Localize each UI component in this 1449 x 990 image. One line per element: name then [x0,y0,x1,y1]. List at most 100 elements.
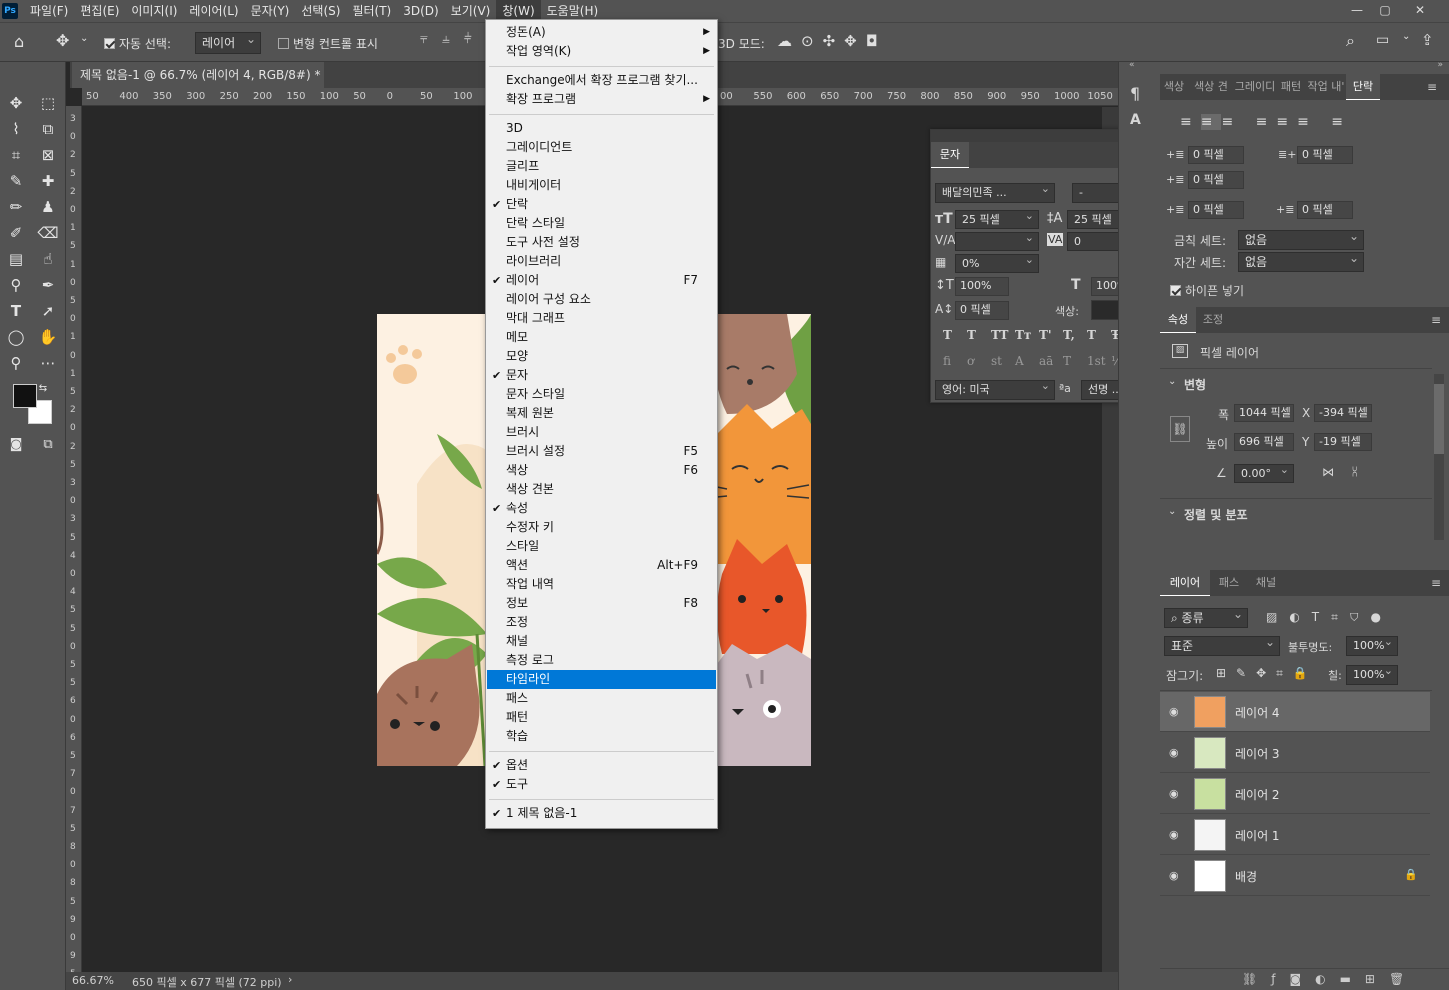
layer-name[interactable]: 배경 [1235,868,1257,885]
window-menu-item[interactable]: 라이브러리 [487,252,716,271]
menu-item-6[interactable]: 필터(T) [346,0,397,22]
panel-tab[interactable]: 단락 [1346,74,1380,100]
layer-name[interactable]: 레이어 1 [1235,827,1280,844]
visibility-eye-icon[interactable]: ◉ [1169,746,1179,759]
lock-icons[interactable]: ⊞✎✥⌗🔒 [1216,666,1318,681]
panel-tab[interactable]: 색상 견​ [1188,74,1234,100]
vertical-scale-field[interactable]: 100% [955,277,1009,296]
opacity-dropdown[interactable]: 100% [1346,633,1398,656]
window-menu-item[interactable]: 정돈(A) ▶ [487,23,716,42]
swap-colors-icon[interactable]: ⇆ [36,378,50,400]
panel-tab[interactable]: 조정 [1196,307,1230,333]
opentype-button[interactable]: T [1063,354,1071,368]
panel-tab[interactable]: 속성 [1160,307,1196,333]
search-icon[interactable]: ⌕ [1346,31,1355,51]
screen-mode-icon[interactable]: ⧉ [36,434,60,456]
window-menu-item[interactable]: 메모 [487,328,716,347]
opentype-button[interactable]: st [991,354,1002,368]
window-menu-item[interactable]: 그레이디언트 [487,138,716,157]
quick-mask-icon[interactable]: ◙ [4,434,28,456]
opentype-button[interactable]: aā [1039,354,1053,368]
menu-item-1[interactable]: 편집(E) [74,0,125,22]
x-field[interactable]: -394 픽셀 [1314,404,1372,422]
window-menu-item[interactable]: 작업 영역(K) ▶ [487,42,716,61]
window-menu-item[interactable]: 도구 사전 설정 [487,233,716,252]
window-menu-item[interactable]: 수정자 키 [487,518,716,537]
align-icons[interactable]: ⫧⫨⫩ [420,31,486,47]
window-menu-item[interactable]: ✔ 옵션 [487,756,716,775]
zoom-level[interactable]: 66.67% [72,974,114,987]
opentype-button[interactable]: A [1015,354,1024,368]
layers-footer-icons[interactable]: ⛓ƒ◙◐▬⊞🗑 [1160,968,1449,990]
window-menu-item[interactable]: 복제 원본 [487,404,716,423]
layer-name[interactable]: 레이어 3 [1235,745,1280,762]
baseline-shift-field[interactable]: 0 픽셀 [955,301,1009,320]
flip-horizontal-icon[interactable]: ⋈ [1322,465,1334,479]
window-menu-item[interactable]: ✔ 1 제목 없음-1 [487,804,716,823]
type-style-button[interactable]: T [943,328,952,342]
panel-tab[interactable]: 그레이디 [1234,74,1276,100]
panel-tab[interactable]: 레이어 [1160,570,1210,596]
window-menu-item[interactable]: 학습 [487,727,716,746]
window-menu-item[interactable]: ✔ 속성 [487,499,716,518]
width-field[interactable]: 1044 픽셀 [1234,404,1294,422]
menu-item-0[interactable]: 파일(F) [24,0,74,22]
marquee-icon[interactable]: ⬚ [36,92,60,114]
layer-row[interactable]: ◉ 레이어 3 [1160,733,1430,773]
3d-mode-icons[interactable]: ☁⊙✣✥◘ [777,32,887,50]
font-size-dropdown[interactable]: 25 픽셀 [955,207,1039,229]
document-tab[interactable]: 제목 없음-1 @ 66.7% (레이어 4, RGB/8#) * × [72,62,324,108]
menu-item-4[interactable]: 문자(Y) [245,0,296,22]
window-menu-item[interactable]: 확장 프로그램 ▶ [487,90,716,109]
stamp-icon[interactable]: ♟ [36,196,60,218]
window-menu-item[interactable]: 조정 [487,613,716,632]
kerning-dropdown[interactable] [955,229,1039,251]
visibility-eye-icon[interactable]: ◉ [1169,787,1179,800]
ellipse-icon[interactable]: ◯ [4,326,28,348]
window-menu-item[interactable]: 스타일 [487,537,716,556]
font-family-dropdown[interactable]: 배달의민족 ... [935,180,1055,203]
language-dropdown[interactable]: 영어: 미국 [935,377,1055,400]
layers-menu-icon[interactable]: ≡ [1431,576,1441,590]
window-menu-item[interactable]: 작업 내역 [487,575,716,594]
menu-item-7[interactable]: 3D(D) [397,0,444,22]
panel-tab[interactable]: 작업 내' [1306,74,1346,100]
space-after-field[interactable]: 0 픽셀 [1297,201,1353,219]
layer-filter-dropdown[interactable]: ⌕ 종류 [1164,605,1248,628]
window-menu-item[interactable]: ✔ 문자 [487,366,716,385]
link-dimensions-icon[interactable]: ⛓ [1170,416,1190,442]
indent-first-field[interactable]: 0 픽셀 [1188,171,1244,189]
menu-item-3[interactable]: 레이어(L) [183,0,244,22]
eyedropper-icon[interactable]: ✎ [4,170,28,192]
workspace-icon[interactable]: ▭ [1376,32,1389,48]
fill-dropdown[interactable]: 100% [1346,662,1398,685]
window-menu-item[interactable]: 채널 [487,632,716,651]
auto-select-checkbox[interactable]: 자동 선택: [104,35,171,52]
window-menu-item[interactable]: 브러시 설정 F5 [487,442,716,461]
frame-icon[interactable]: ⊠ [36,144,60,166]
align-chevron-icon[interactable]: ⌄ [1168,506,1176,517]
close-window-icon[interactable]: ✕ [1404,0,1436,22]
window-menu-item[interactable]: 색상 견본 [487,480,716,499]
type-icon[interactable]: T [4,300,28,322]
share-icon[interactable]: ⇪ [1421,31,1434,49]
window-menu-item[interactable]: 패스 [487,689,716,708]
properties-menu-icon[interactable]: ≡ [1431,313,1441,327]
type-style-button[interactable]: T [967,328,976,342]
auto-select-dropdown[interactable]: 레이어 [195,29,261,54]
type-style-button[interactable]: T, [1063,328,1075,342]
indent-right-field[interactable]: 0 픽셀 [1297,146,1353,164]
layer-filter-icons[interactable]: ▨◐T⌗⛉● [1266,610,1393,625]
window-menu-item[interactable]: 막대 그래프 [487,309,716,328]
transform-chevron-icon[interactable]: ⌄ [1168,376,1176,387]
visibility-eye-icon[interactable]: ◉ [1169,705,1179,718]
window-menu-item[interactable]: 내비게이터 [487,176,716,195]
window-menu-item[interactable]: 글리프 [487,157,716,176]
dock-collapse-icon[interactable]: » [1437,60,1443,70]
panel-tab[interactable]: 패스 [1210,570,1248,596]
flip-vertical-icon[interactable]: ⩆ [1352,465,1357,480]
home-icon[interactable]: ⌂ [14,32,24,51]
indent-left-field[interactable]: 0 픽셀 [1188,146,1244,164]
angle-dropdown[interactable]: 0.00° [1234,461,1294,483]
brush-icon[interactable]: ✏ [4,196,28,218]
